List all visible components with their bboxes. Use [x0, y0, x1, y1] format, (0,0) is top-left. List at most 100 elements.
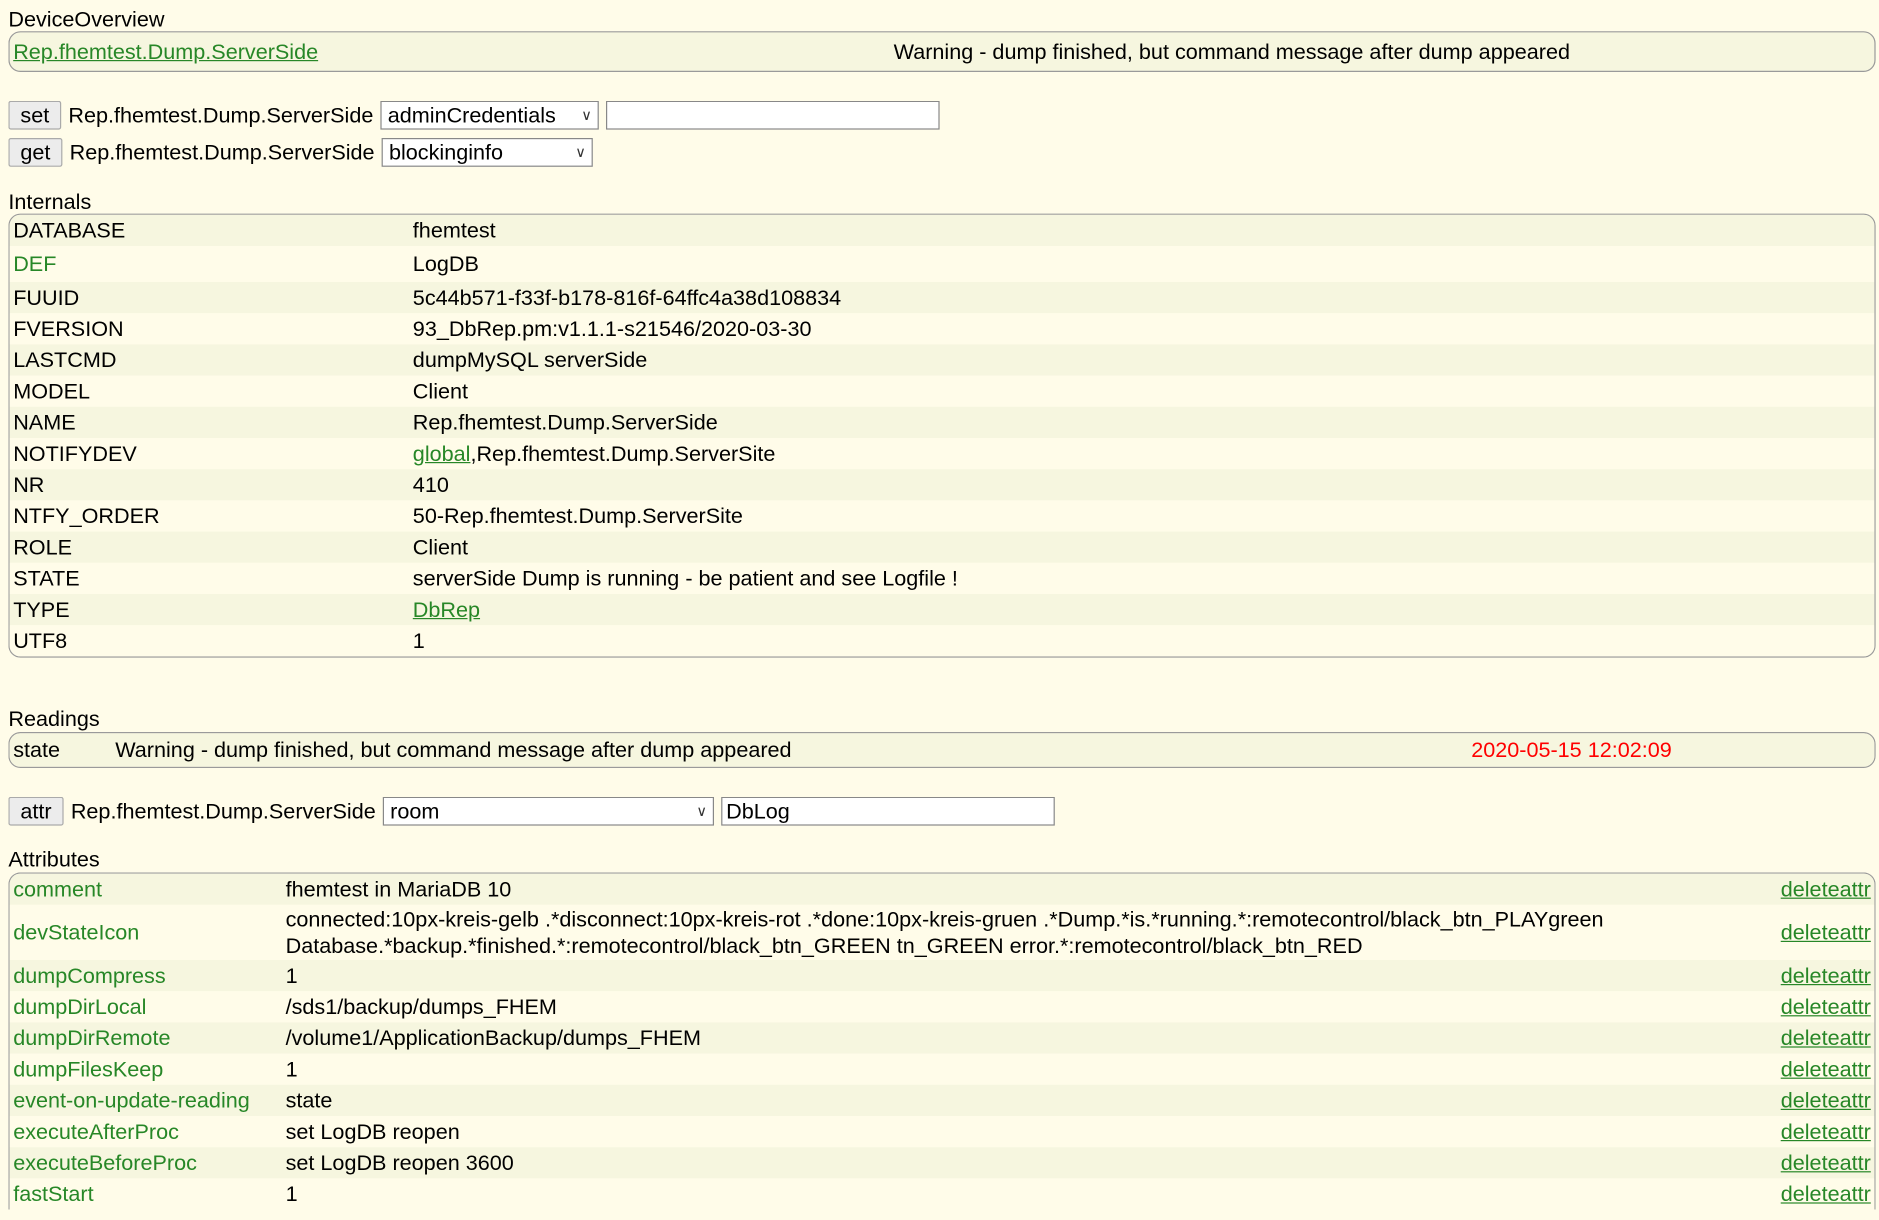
delete-attr-link[interactable]: deleteattr [1781, 994, 1875, 1020]
internal-value: Client [413, 534, 468, 560]
delete-attr-link[interactable]: deleteattr [1781, 1181, 1875, 1207]
internal-name: LASTCMD [13, 348, 117, 372]
attribute-value-text: 1 [285, 963, 298, 988]
internal-row: ROLE Client [9, 531, 1875, 563]
attribute-value-text: 1 [285, 1182, 298, 1206]
attribute-value-text: connected:10px-kreis-gelb .*disconnect:1… [285, 907, 1604, 932]
attribute-value: /volume1/ApplicationBackup/dumps_FHEM [286, 1025, 1781, 1051]
internal-row: DATABASE fhemtest [9, 214, 1875, 247]
internal-value: 5c44b571-f33f-b178-816f-64ffc4a38d108834 [413, 284, 841, 310]
attribute-name[interactable]: dumpDirRemote [10, 1025, 286, 1051]
attribute-value: 1 [286, 962, 1781, 988]
delete-attr-link[interactable]: deleteattr [1781, 1087, 1875, 1113]
attributes-title: Attributes [8, 847, 100, 872]
attribute-value-text: set LogDB reopen 3600 [285, 1150, 514, 1175]
internal-value-text: ,Rep.fhemtest.Dump.ServerSite [470, 441, 776, 466]
internal-name: MODEL [13, 379, 91, 404]
internal-row: UTF8 1 [9, 625, 1875, 657]
internals-title: Internals [8, 189, 92, 214]
chevron-down-icon: ∨ [575, 144, 586, 161]
chevron-down-icon: ∨ [581, 106, 592, 124]
get-command-selected: blockinginfo [388, 139, 504, 164]
internal-value: Rep.fhemtest.Dump.ServerSide [413, 409, 718, 435]
attr-command-line: attr Rep.fhemtest.Dump.ServerSide room ∨… [8, 796, 1062, 826]
internal-row: MODEL Client [9, 375, 1875, 407]
set-command-select[interactable]: adminCredentials ∨ [380, 100, 599, 130]
internal-name: DEF [13, 252, 57, 276]
internal-value-text: serverSide Dump is running - be patient … [412, 566, 958, 591]
internal-value: serverSide Dump is running - be patient … [413, 565, 958, 591]
attribute-name[interactable]: dumpDirLocal [10, 994, 286, 1020]
internal-name: NAME [13, 410, 76, 435]
set-value-input[interactable] [606, 100, 940, 130]
attribute-name[interactable]: devStateIcon [10, 919, 286, 945]
attribute-name[interactable]: dumpCompress [10, 962, 286, 988]
attr-name-select[interactable]: room ∨ [382, 796, 715, 826]
attribute-name[interactable]: fastStart [10, 1181, 286, 1207]
attribute-value-text: state [285, 1088, 333, 1113]
internal-row: STATE serverSide Dump is running - be pat… [9, 562, 1875, 594]
internal-value-link[interactable]: global [413, 442, 471, 466]
delete-attr-link[interactable]: deleteattr [1781, 1150, 1875, 1176]
get-command-select[interactable]: blockinginfo ∨ [381, 138, 593, 167]
delete-attr-link[interactable]: deleteattr [1781, 1056, 1875, 1082]
internal-value-text: 410 [412, 472, 449, 497]
delete-attr-link[interactable]: deleteattr [1781, 1118, 1875, 1144]
internal-value: LogDB [413, 251, 479, 277]
attr-name-selected: room [390, 798, 440, 823]
reading-row: state Warning - dump finished, but comman… [9, 733, 1875, 767]
delete-attr-link[interactable]: deleteattr [1781, 876, 1875, 902]
internal-name: NOTIFYDEV [13, 441, 137, 466]
internal-name: NR [13, 472, 45, 497]
internal-value-text: 5c44b571-f33f-b178-816f-64ffc4a38d108834 [412, 285, 842, 310]
internal-value: global,Rep.fhemtest.Dump.ServerSite [413, 440, 776, 466]
attribute-value-text: 1 [285, 1057, 298, 1082]
set-command-selected: adminCredentials [387, 102, 556, 127]
internal-name: UTF8 [13, 628, 68, 653]
attribute-row: dumpFilesKeep 1 deleteattr [9, 1053, 1875, 1085]
readings-title: Readings [8, 706, 100, 731]
set-command-line: set Rep.fhemtest.Dump.ServerSide adminCr… [8, 100, 947, 130]
attribute-name[interactable]: comment [10, 876, 286, 902]
attribute-name[interactable]: executeAfterProc [10, 1118, 286, 1144]
delete-attr-link[interactable]: deleteattr [1781, 1025, 1875, 1051]
attribute-value: state [286, 1087, 1781, 1113]
device-overview-title: DeviceOverview [8, 7, 165, 32]
get-button[interactable]: get [8, 138, 63, 167]
attribute-row: dumpCompress 1 deleteattr [9, 960, 1875, 992]
internal-row: FUUID 5c44b571-f33f-b178-816f-64ffc4a38d1… [9, 282, 1875, 314]
internal-row: NOTIFYDEV global,Rep.fhemtest.Dump.Server… [9, 438, 1875, 470]
attribute-row: devStateIcon connected:10px-kreis-gelb .*… [9, 904, 1875, 961]
attribute-value: 1 [286, 1056, 1781, 1082]
delete-attr-link[interactable]: deleteattr [1781, 962, 1875, 988]
attribute-value: fhemtest in MariaDB 10 [286, 876, 1781, 902]
internal-name: FUUID [13, 285, 80, 310]
attribute-name[interactable]: executeBeforeProc [10, 1150, 286, 1176]
internal-value-text: Rep.fhemtest.Dump.ServerSide [412, 410, 718, 435]
attribute-name[interactable]: dumpFilesKeep [10, 1056, 286, 1082]
attribute-row: dumpDirLocal/sds1/backup/dumps_FHEM delet… [9, 991, 1875, 1023]
internal-value-text: 93_DbRep.pm:v1.1.1-s21546/2020-03-30 [412, 316, 812, 341]
internal-row: DEF LogDB [9, 246, 1875, 282]
attribute-row: executeAfterProc set LogDB reopen deleteat… [9, 1116, 1875, 1148]
internal-row: NTFY_ORDER 50-Rep.fhemtest.Dump.ServerSit… [9, 500, 1875, 532]
get-command-line: get Rep.fhemtest.Dump.ServerSide blockin… [8, 138, 600, 167]
attribute-value-text: /sds1/backup/dumps_FHEM [285, 994, 557, 1019]
attr-button[interactable]: attr [8, 796, 64, 826]
attribute-row: fastStart 1 deleteattr [9, 1178, 1875, 1210]
attribute-value: set LogDB reopen [286, 1118, 1781, 1144]
internal-name: STATE [13, 566, 80, 591]
internal-value-text: Client [412, 379, 469, 404]
internal-name: DATABASE [13, 218, 126, 243]
internal-value: 50-Rep.fhemtest.Dump.ServerSite [413, 503, 743, 529]
internal-value: Client [413, 378, 468, 404]
internal-value-text: LogDB [412, 252, 479, 276]
internal-value: dumpMySQL serverSide [413, 347, 648, 373]
internal-name: ROLE [13, 535, 73, 560]
attr-value-input[interactable]: DbLog [721, 796, 1055, 826]
delete-attr-link[interactable]: deleteattr [1781, 919, 1875, 945]
internal-value-link[interactable]: DbRep [413, 598, 480, 622]
attribute-name[interactable]: event-on-update-reading [10, 1087, 286, 1113]
set-button[interactable]: set [8, 100, 62, 130]
device-link[interactable]: Rep.fhemtest.Dump.ServerSide [10, 38, 590, 64]
